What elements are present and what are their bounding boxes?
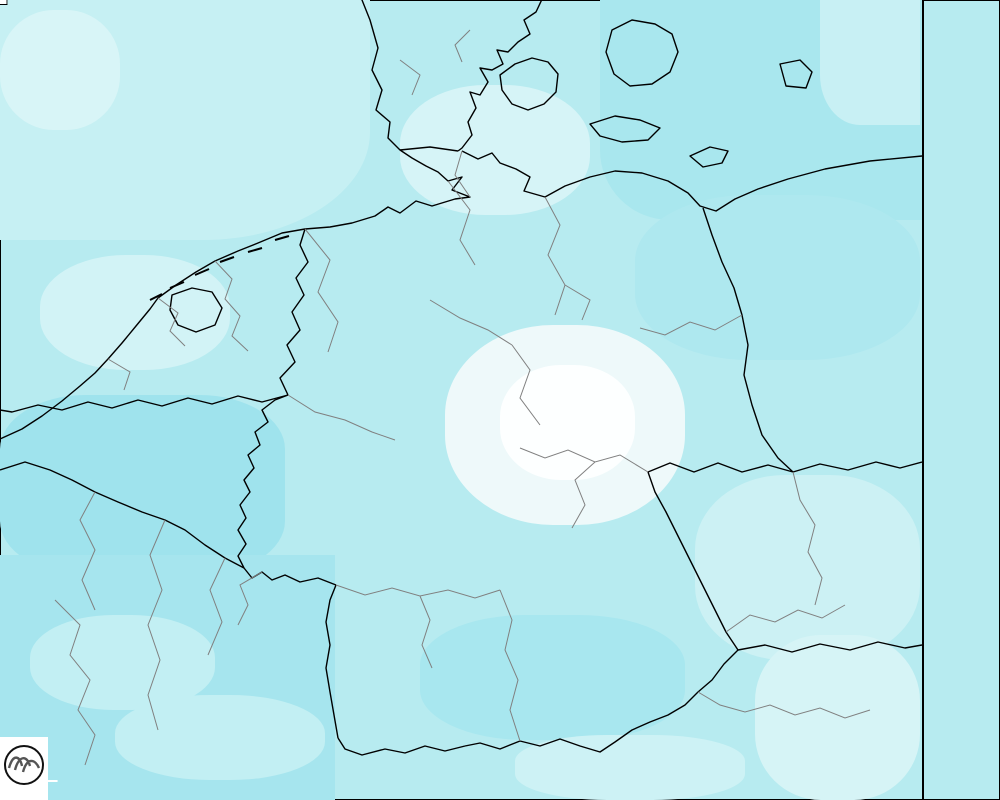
map-borders — [0, 0, 922, 800]
map-title — [0, 0, 7, 5]
metmaps-logo — [0, 737, 48, 800]
map-canvas — [0, 0, 1000, 800]
legend-colorbar — [922, 0, 1000, 800]
copyright-credit — [47, 780, 58, 782]
